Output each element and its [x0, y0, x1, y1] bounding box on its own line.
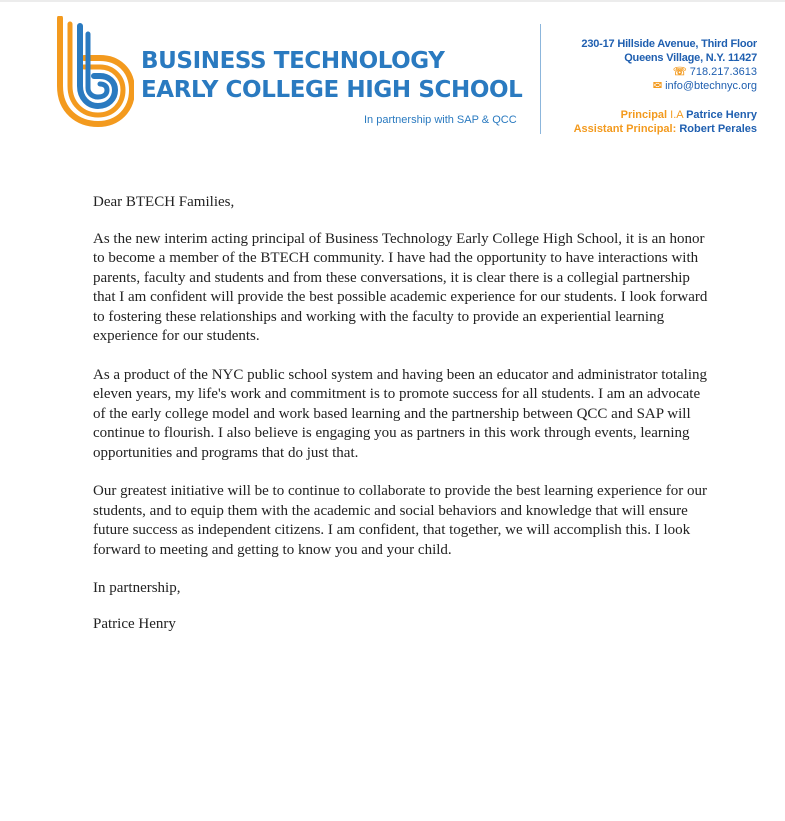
- email-address[interactable]: info@btechnyc.org: [665, 80, 757, 92]
- address-line-2: Queens Village, N.Y. 11427: [624, 52, 757, 64]
- contact-block: 230-17 Hillside Avenue, Third Floor Quee…: [574, 37, 758, 136]
- letterhead-divider: [540, 24, 541, 134]
- email-line: ✉ info@btechnyc.org: [574, 79, 757, 93]
- phone-number[interactable]: 718.217.3613: [690, 66, 757, 78]
- paragraph-1: As the new interim acting principal of B…: [93, 230, 708, 345]
- principal-label: Principal: [620, 109, 668, 121]
- school-name: BUSINESS TECHNOLOGY EARLY COLLEGE HIGH S…: [141, 47, 523, 105]
- letter-body: Dear BTECH Families, As the new interim …: [93, 193, 713, 634]
- partnership-tagline: In partnership with SAP & QCC: [364, 114, 517, 126]
- principal-line: Principal I.A Patrice Henry: [574, 108, 757, 122]
- school-name-line-2: EARLY COLLEGE HIGH SCHOOL: [141, 77, 523, 103]
- envelope-icon: ✉: [652, 80, 663, 92]
- paragraph-3: Our greatest initiative will be to conti…: [93, 483, 707, 558]
- principal-name: Patrice Henry: [686, 109, 757, 121]
- principal-title: I.A: [670, 109, 683, 121]
- school-name-line-1: BUSINESS TECHNOLOGY: [141, 48, 445, 74]
- signature: Patrice Henry: [93, 615, 176, 632]
- assistant-principal-line: Assistant Principal: Robert Perales: [574, 122, 757, 136]
- phone-icon: ☏: [672, 66, 687, 78]
- phone-line: ☏ 718.217.3613: [574, 65, 757, 79]
- letterhead: BUSINESS TECHNOLOGY EARLY COLLEGE HIGH S…: [0, 0, 785, 150]
- school-logo: [57, 16, 134, 127]
- address-line-1: 230-17 Hillside Avenue, Third Floor: [581, 38, 757, 50]
- paragraph-2: As a product of the NYC public school sy…: [93, 366, 708, 461]
- assistant-principal-name: Robert Perales: [679, 123, 757, 135]
- closing: In partnership,: [93, 580, 181, 596]
- salutation: Dear BTECH Families,: [93, 194, 235, 210]
- assistant-principal-label: Assistant Principal:: [573, 123, 677, 135]
